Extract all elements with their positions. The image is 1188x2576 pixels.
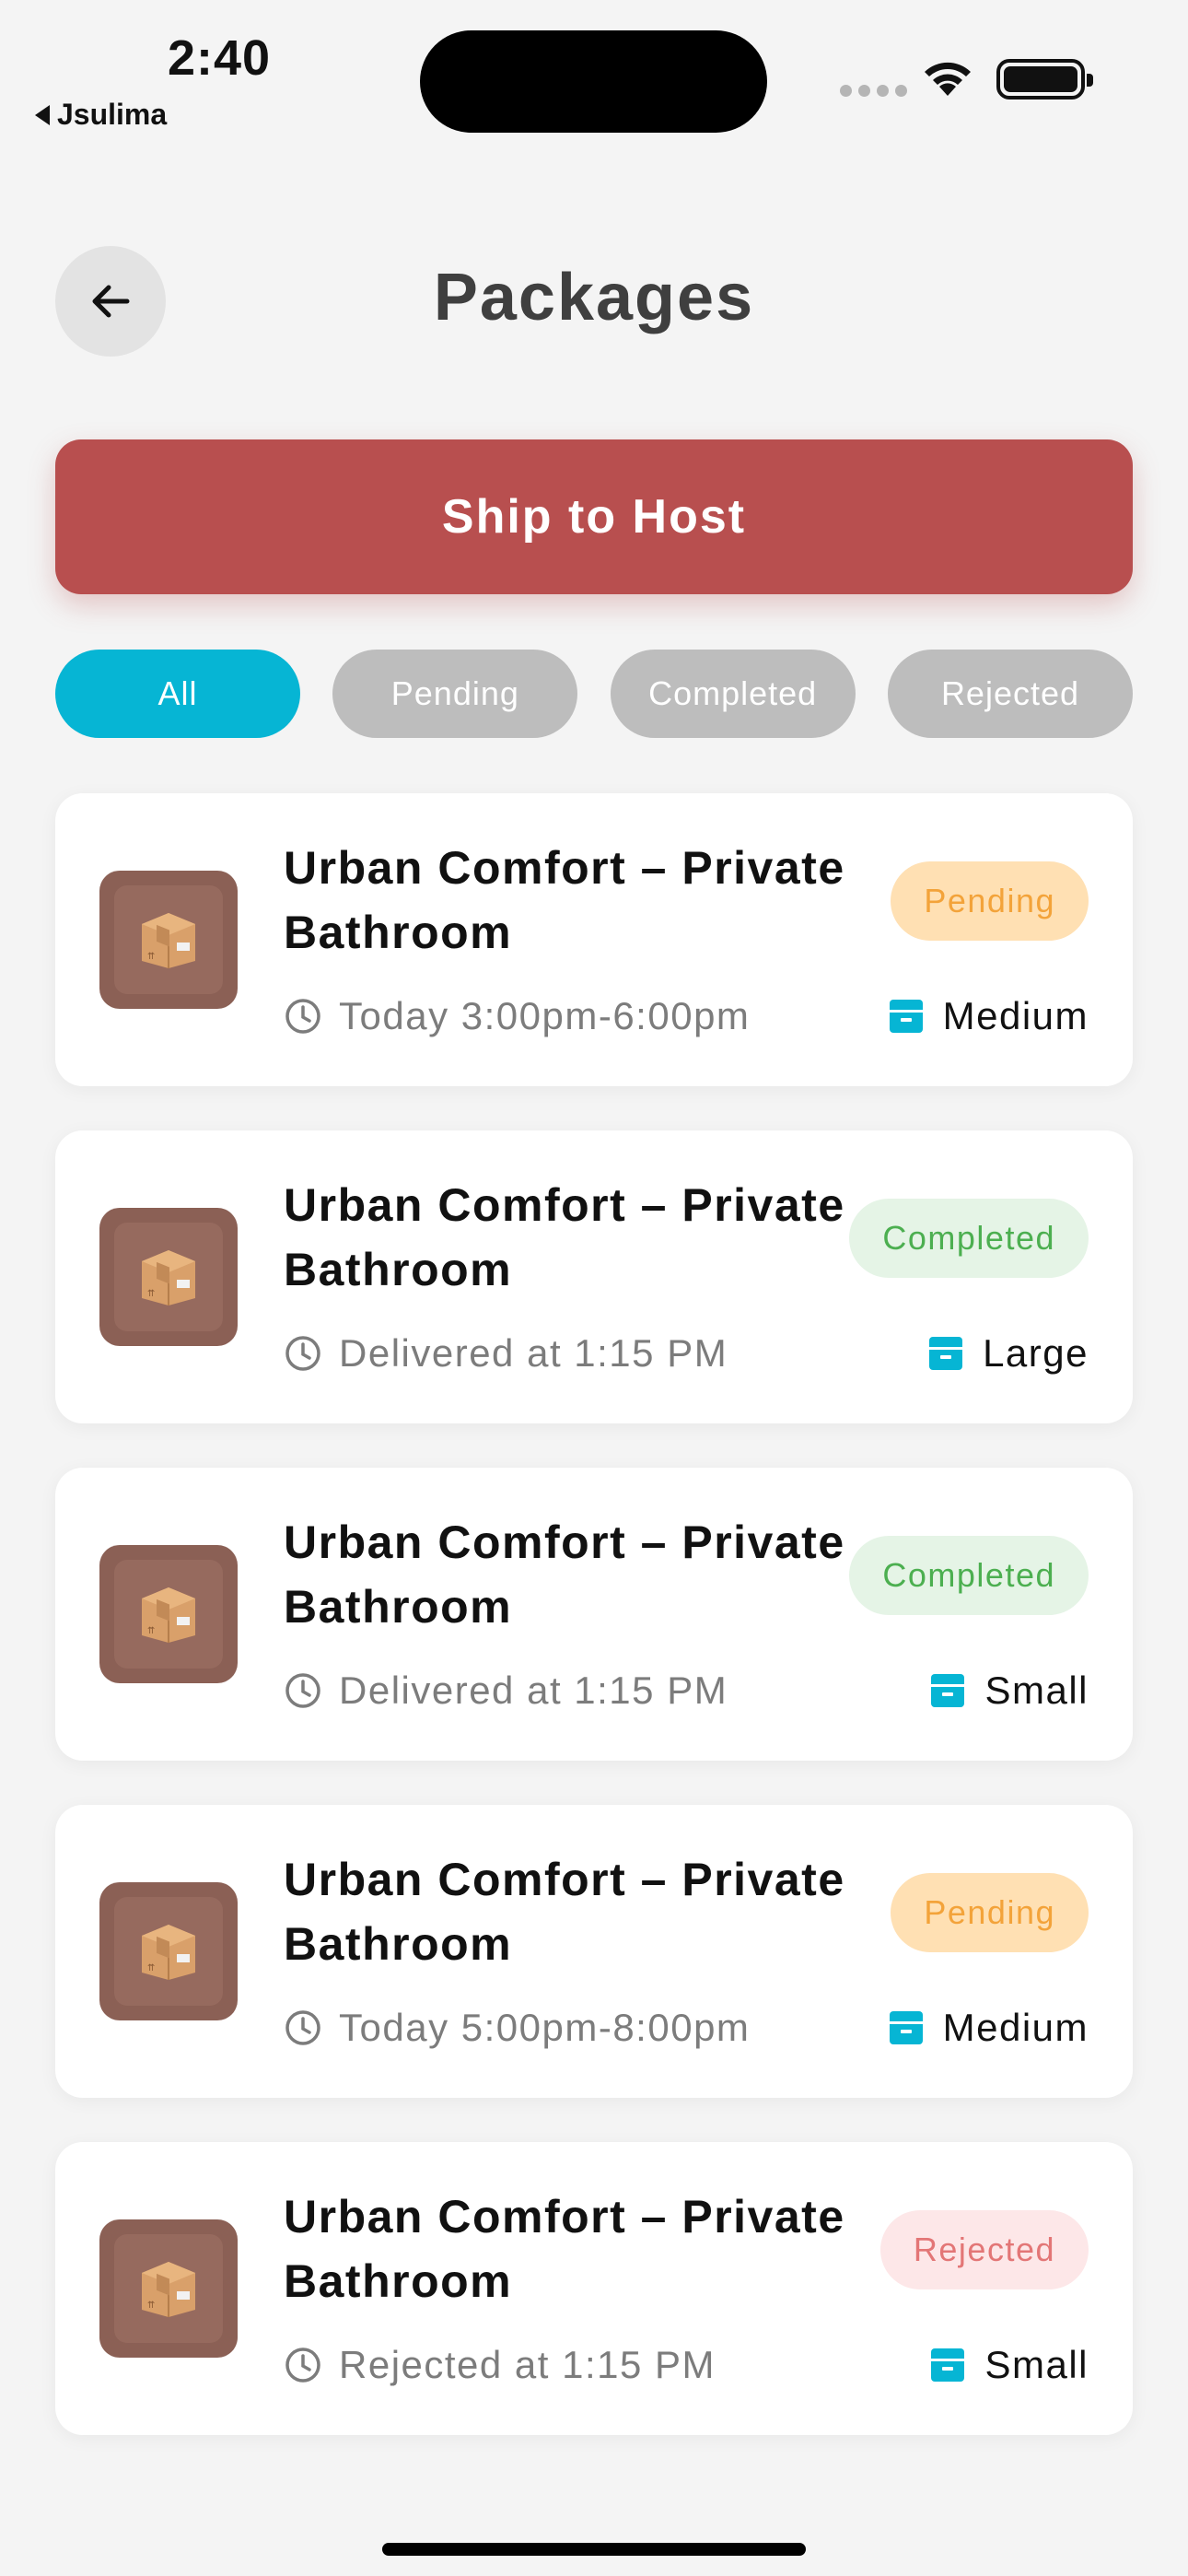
package-time-text: Rejected at 1:15 PM — [339, 2343, 716, 2386]
package-thumbnail: ⇈ — [99, 871, 238, 1009]
package-title: Urban Comfort – Private Bathroom — [284, 1179, 845, 1295]
status-bar: 2:40 Jsulima — [0, 0, 1188, 147]
package-title: Urban Comfort – Private Bathroom — [284, 1854, 845, 1970]
archive-box-icon — [929, 1337, 963, 1370]
status-badge: Pending — [891, 861, 1089, 941]
package-title: Urban Comfort – Private Bathroom — [284, 842, 845, 958]
clock-icon — [285, 1673, 320, 1708]
dynamic-island — [420, 30, 767, 133]
archive-box-icon — [889, 1000, 923, 1033]
package-time-text: Today 5:00pm-8:00pm — [339, 2006, 751, 2049]
cardboard-box-icon: ⇈ — [142, 1587, 195, 1643]
wifi-icon — [925, 62, 971, 96]
back-triangle-icon — [35, 104, 50, 125]
cellular-signal-icon — [840, 85, 907, 97]
package-size-text: Large — [983, 1331, 1089, 1375]
battery-icon — [996, 59, 1093, 100]
filter-chip-rejected[interactable]: Rejected — [887, 650, 1133, 738]
package-thumbnail: ⇈ — [99, 1882, 238, 2020]
package-time-text: Delivered at 1:15 PM — [339, 1669, 728, 1712]
package-size-text: Small — [984, 2343, 1089, 2386]
package-time-text: Today 3:00pm-6:00pm — [339, 994, 751, 1037]
package-size-text: Medium — [942, 994, 1089, 1037]
package-card[interactable]: ⇈ Urban Comfort – Private Bathroom Today… — [55, 1805, 1133, 2098]
cardboard-box-icon: ⇈ — [142, 1925, 195, 1980]
cardboard-box-icon: ⇈ — [142, 913, 195, 968]
package-time: Today 3:00pm-6:00pm — [284, 994, 750, 1038]
package-size-text: Medium — [942, 2006, 1089, 2049]
clock-icon — [285, 999, 320, 1034]
page-title: Packages — [433, 261, 755, 334]
archive-box-icon — [889, 2011, 923, 2044]
back-app-name: Jsulima — [57, 98, 168, 131]
package-size: Small — [929, 1669, 1089, 1713]
svg-text:⇈: ⇈ — [147, 1289, 155, 1299]
svg-text:⇈: ⇈ — [147, 1963, 155, 1973]
clock-icon — [285, 2010, 320, 2045]
svg-text:⇈: ⇈ — [147, 2301, 155, 2311]
package-size: Small — [929, 2343, 1089, 2387]
package-card[interactable]: ⇈ Urban Comfort – Private Bathroom Deliv… — [55, 1468, 1133, 1761]
clock-icon — [285, 2348, 320, 2383]
package-thumbnail: ⇈ — [99, 1545, 238, 1683]
cardboard-box-icon: ⇈ — [142, 2262, 195, 2317]
package-time: Rejected at 1:15 PM — [284, 2343, 716, 2387]
package-size-text: Small — [984, 1669, 1089, 1712]
svg-text:⇈: ⇈ — [147, 1626, 155, 1636]
status-badge: Completed — [849, 1536, 1089, 1615]
archive-box-icon — [931, 1674, 965, 1707]
back-to-app-link[interactable]: Jsulima — [35, 98, 167, 132]
package-time: Today 5:00pm-8:00pm — [284, 2006, 750, 2050]
status-time: 2:40 — [168, 30, 272, 86]
svg-text:⇈: ⇈ — [147, 952, 155, 962]
package-time: Delivered at 1:15 PM — [284, 1669, 728, 1713]
package-size: Medium — [888, 994, 1089, 1038]
package-title: Urban Comfort – Private Bathroom — [284, 2191, 845, 2307]
clock-icon — [285, 1336, 320, 1371]
filter-chip-all[interactable]: All — [55, 650, 300, 738]
package-card[interactable]: ⇈ Urban Comfort – Private Bathroom Deliv… — [55, 1130, 1133, 1423]
package-size: Large — [927, 1331, 1089, 1376]
package-thumbnail: ⇈ — [99, 2219, 238, 2358]
package-size: Medium — [888, 2006, 1089, 2050]
ship-to-host-button[interactable]: Ship to Host — [55, 439, 1133, 594]
package-time: Delivered at 1:15 PM — [284, 1331, 728, 1376]
status-badge: Rejected — [879, 2210, 1089, 2289]
archive-box-icon — [931, 2348, 965, 2382]
status-badge: Pending — [891, 1873, 1089, 1952]
package-card[interactable]: ⇈ Urban Comfort – Private Bathroom Rejec… — [55, 2142, 1133, 2435]
package-time-text: Delivered at 1:15 PM — [339, 1331, 728, 1375]
filter-chip-pending[interactable]: Pending — [332, 650, 578, 738]
filter-chips: All Pending Completed Rejected — [55, 650, 1133, 738]
filter-chip-completed[interactable]: Completed — [610, 650, 856, 738]
package-title: Urban Comfort – Private Bathroom — [284, 1516, 845, 1633]
package-thumbnail: ⇈ — [99, 1208, 238, 1346]
home-indicator[interactable] — [382, 2543, 806, 2556]
status-badge: Completed — [849, 1199, 1089, 1278]
cardboard-box-icon: ⇈ — [142, 1250, 195, 1306]
package-card[interactable]: ⇈ Urban Comfort – Private Bathroom Today… — [55, 793, 1133, 1086]
